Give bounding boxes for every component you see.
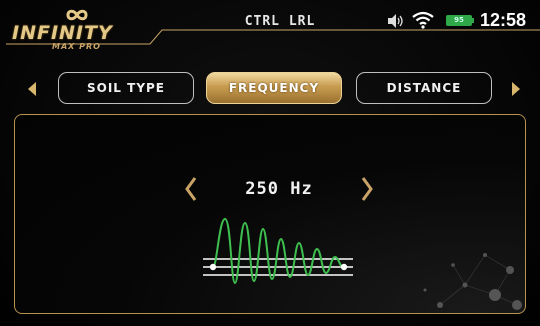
waveform-icon bbox=[203, 217, 353, 285]
wifi-icon bbox=[412, 11, 434, 29]
tabs-next-arrow-icon[interactable] bbox=[512, 82, 520, 96]
particle-decoration bbox=[423, 253, 522, 310]
speaker-icon[interactable] bbox=[386, 13, 406, 29]
battery-tip bbox=[472, 18, 474, 23]
tab-soil-type[interactable]: SOIL TYPE bbox=[58, 72, 194, 104]
chevron-left-icon[interactable] bbox=[181, 175, 201, 203]
tab-frequency[interactable]: FREQUENCY bbox=[206, 72, 342, 104]
header: INFINITY MAX PRO CTRL LRL 95 12:58 bbox=[0, 0, 540, 51]
tab-distance[interactable]: DISTANCE bbox=[356, 72, 492, 104]
frequency-panel: 250 Hz bbox=[14, 114, 526, 314]
frequency-value: 250 Hz bbox=[245, 179, 313, 199]
screen: INFINITY MAX PRO CTRL LRL 95 12:58 SOIL … bbox=[0, 0, 540, 326]
tabs-prev-arrow-icon[interactable] bbox=[28, 82, 36, 96]
battery-icon: 95 bbox=[446, 15, 472, 26]
clock: 12:58 bbox=[480, 10, 527, 30]
chevron-right-icon[interactable] bbox=[357, 175, 377, 203]
screen-title: CTRL LRL bbox=[244, 14, 316, 29]
